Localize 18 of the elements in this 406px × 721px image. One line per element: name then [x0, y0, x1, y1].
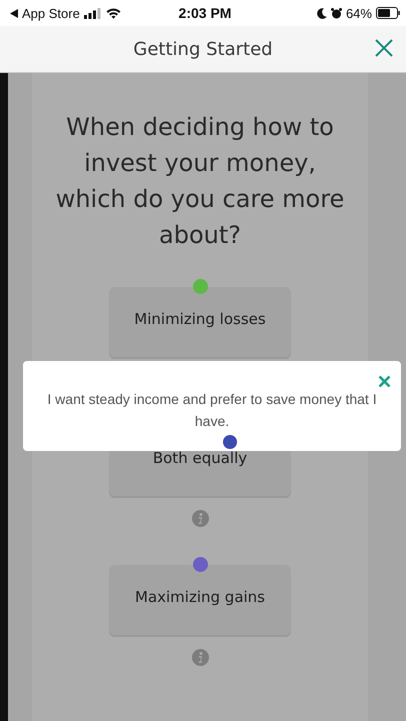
option-card[interactable]: Maximizing gains [109, 565, 291, 635]
screen-title: Getting Started [133, 38, 273, 60]
option-card[interactable]: Minimizing losses [109, 287, 291, 357]
touch-indicator-icon [223, 435, 237, 449]
battery-icon [376, 7, 400, 19]
moon-icon [316, 8, 327, 18]
close-button[interactable] [374, 38, 394, 58]
wifi-icon [106, 8, 121, 18]
back-label[interactable]: App Store [22, 6, 80, 20]
signal-icon [84, 8, 102, 18]
info-icon[interactable] [192, 510, 208, 527]
question-heading: When deciding how to invest your money, which do you care more about? [55, 112, 345, 251]
close-button[interactable] [378, 375, 391, 388]
battery-percent: 64% [346, 6, 372, 20]
back-triangle-icon[interactable] [10, 8, 18, 18]
status-time: 2:03 PM [178, 5, 232, 21]
info-icon[interactable] [192, 649, 208, 666]
alarm-clock-icon [330, 8, 342, 18]
